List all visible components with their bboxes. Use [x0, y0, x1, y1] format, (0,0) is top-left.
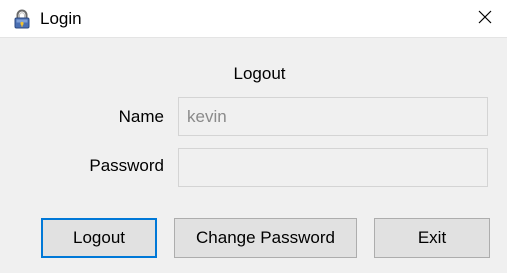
login-window: Login Logout Name Password Logout Change…: [0, 0, 507, 273]
name-field[interactable]: [178, 97, 488, 136]
close-button[interactable]: [463, 0, 507, 38]
close-icon: [478, 10, 492, 29]
password-label: Password: [89, 156, 164, 175]
logout-button[interactable]: Logout: [41, 218, 157, 258]
form-heading-text: Logout: [233, 64, 286, 83]
title-bar[interactable]: Login: [0, 0, 507, 38]
window-title: Login: [40, 9, 82, 28]
padlock-icon: [12, 9, 32, 29]
name-label: Name: [118, 107, 164, 126]
password-field[interactable]: [178, 148, 488, 187]
form-heading: Logout: [0, 63, 507, 85]
change-password-button[interactable]: Change Password: [174, 218, 357, 258]
exit-button[interactable]: Exit: [374, 218, 490, 258]
